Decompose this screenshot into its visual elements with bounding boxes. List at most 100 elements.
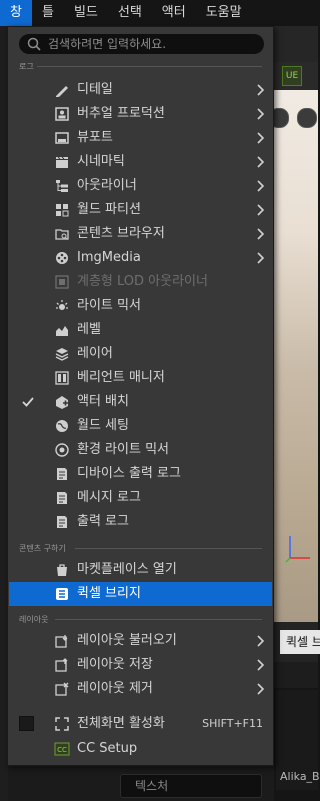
menu-item-21[interactable]: 레이아웃 불러오기	[9, 629, 272, 653]
hlod-icon	[55, 275, 69, 289]
pencil-icon	[56, 86, 68, 97]
chevron-right-icon	[257, 180, 265, 192]
cc-setup-icon: CC	[54, 742, 70, 756]
content-browser-icon	[55, 229, 69, 240]
menu-item-23[interactable]: 레이아웃 제거	[9, 677, 272, 701]
level-icon	[56, 326, 68, 336]
menu-actor[interactable]: 액터	[152, 0, 196, 26]
menu-item-label: 디바이스 출력 로그	[77, 466, 181, 481]
grid-icon	[56, 204, 69, 217]
menu-item-22[interactable]: 레이아웃 저장	[9, 653, 272, 677]
menu-item-8[interactable]: 계층형 LOD 아웃라이너	[9, 270, 272, 294]
menu-item-label: 마켓플레이스 열기	[77, 562, 177, 577]
chevron-right-icon	[257, 204, 265, 216]
clapper-icon	[56, 156, 68, 168]
fullscreen-icon	[55, 717, 69, 731]
menu-item-label: 레이어	[77, 346, 113, 361]
menu-item-5[interactable]: 월드 파티션	[9, 198, 272, 222]
asset-name: Alika_B	[280, 770, 320, 783]
log-icon	[57, 468, 67, 480]
place-actor-icon	[56, 396, 68, 409]
menu-item-15[interactable]: 환경 라이트 믹서	[9, 438, 272, 462]
menu-item-6[interactable]: 콘텐츠 브라우저	[9, 222, 272, 246]
menu-item-9[interactable]: 라이트 믹서	[9, 294, 272, 318]
section-content: 콘텐츠 구하기	[19, 543, 262, 554]
chevron-right-icon	[257, 683, 265, 695]
chevron-right-icon	[257, 156, 265, 168]
viewport-icon	[55, 132, 69, 144]
texture-search-field[interactable]: 텍스처	[120, 774, 262, 798]
menu-help[interactable]: 도움말	[196, 0, 252, 26]
menu-item-16[interactable]: 디바이스 출력 로그	[9, 462, 272, 486]
film-reel-icon	[56, 252, 68, 264]
plugin-icon[interactable]: UE	[282, 66, 302, 86]
chevron-right-icon	[257, 108, 265, 120]
shortcut-label: SHIFT+F11	[202, 717, 263, 730]
menu-item-label: ImgMedia	[77, 250, 141, 265]
outliner-icon	[56, 180, 68, 192]
menu-item-17[interactable]: 메시지 로그	[9, 486, 272, 510]
log-icon	[57, 492, 67, 504]
chevron-right-icon	[257, 84, 265, 96]
menu-item-11[interactable]: 레이어	[9, 342, 272, 366]
menu-item-24[interactable]: 전체화면 활성화 SHIFT+F11	[9, 712, 272, 736]
window-menu-dropdown: 로그 콘텐츠 구하기 레이아웃 디테일버추얼 프로덕션뷰포트시네마틱아웃라이너월…	[7, 26, 274, 766]
person-frame-icon	[55, 107, 69, 121]
menu-item-label: 퀵셀 브리지	[77, 586, 141, 601]
menu-item-13[interactable]: 액터 배치	[9, 390, 272, 414]
menu-item-7[interactable]: ImgMedia	[9, 246, 272, 270]
menu-item-4[interactable]: 아웃라이너	[9, 174, 272, 198]
menu-select[interactable]: 선택	[108, 0, 152, 26]
menu-tools[interactable]: 틀	[32, 0, 64, 26]
menu-item-1[interactable]: 버추얼 프로덕션	[9, 102, 272, 126]
bridge-icon	[56, 588, 68, 600]
variant-icon	[55, 371, 69, 385]
menu-item-label: 버추얼 프로덕션	[77, 106, 165, 121]
section-layout: 레이아웃	[19, 614, 262, 625]
menu-item-14[interactable]: 월드 세팅	[9, 414, 272, 438]
menu-item-label: 디테일	[77, 82, 113, 97]
marketplace-icon	[57, 564, 67, 576]
chevron-right-icon	[257, 659, 265, 671]
chevron-right-icon	[257, 132, 265, 144]
globe-icon	[56, 420, 68, 432]
menu-item-label: 뷰포트	[77, 130, 113, 145]
viewport-options-button[interactable]	[297, 108, 317, 128]
menu-item-label: 레벨	[77, 322, 101, 337]
menu-item-10[interactable]: 레벨	[9, 318, 272, 342]
menu-item-3[interactable]: 시네마틱	[9, 150, 272, 174]
menu-item-label: 출력 로그	[77, 514, 129, 529]
env-light-icon	[55, 443, 69, 457]
bridge-tab[interactable]: 퀵셀 브	[280, 630, 320, 654]
filter-row[interactable]	[274, 662, 318, 688]
layout-save-icon	[55, 658, 68, 672]
menu-item-18[interactable]: 출력 로그	[9, 510, 272, 534]
menu-search-box[interactable]	[19, 34, 264, 54]
menu-item-label: 콘텐츠 브라우저	[77, 226, 165, 241]
chevron-right-icon	[257, 252, 265, 264]
menu-item-label: 계층형 LOD 아웃라이너	[77, 274, 208, 289]
menu-item-label: CC Setup	[77, 741, 138, 756]
menu-item-label: 월드 세팅	[77, 418, 129, 433]
menu-item-0[interactable]: 디테일	[9, 78, 272, 102]
axis-gizmo-icon	[285, 536, 310, 563]
menu-build[interactable]: 빌드	[64, 0, 108, 26]
menu-item-label: 레이아웃 저장	[77, 657, 153, 672]
menu-item-label: 베리언트 매니저	[77, 370, 165, 385]
menu-item-25[interactable]: CC CC Setup	[9, 737, 272, 761]
menu-item-label: 레이아웃 제거	[77, 681, 153, 696]
layers-icon	[55, 348, 69, 361]
menu-item-12[interactable]: 베리언트 매니저	[9, 366, 272, 390]
layout-load-icon	[55, 635, 68, 648]
menu-item-20[interactable]: 퀵셀 브리지	[9, 582, 272, 606]
section-log: 로그	[19, 61, 262, 72]
menu-item-19[interactable]: 마켓플레이스 열기	[9, 558, 272, 582]
chevron-right-icon	[257, 228, 265, 240]
checkmark-icon	[22, 397, 34, 407]
fullscreen-checkbox[interactable]	[19, 716, 34, 731]
menu-item-label: 월드 파티션	[77, 202, 141, 217]
menu-search-input[interactable]	[46, 36, 250, 52]
layout-remove-icon	[55, 682, 69, 696]
menu-window[interactable]: 창	[0, 0, 32, 26]
menu-item-2[interactable]: 뷰포트	[9, 126, 272, 150]
